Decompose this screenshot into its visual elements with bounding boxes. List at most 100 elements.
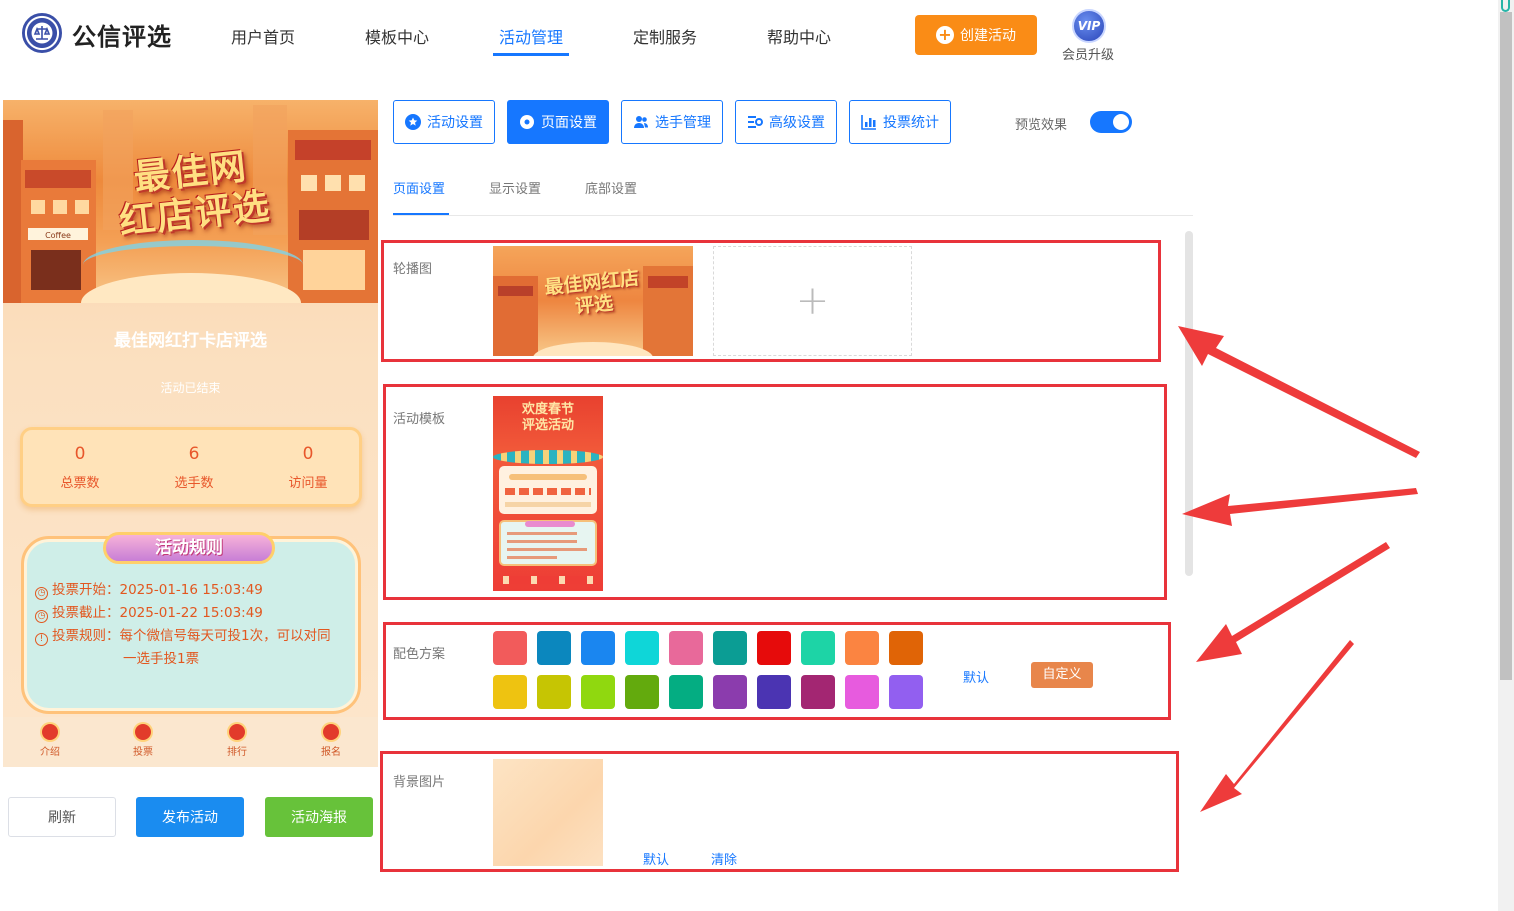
color-scheme-label: 配色方案 [393,647,446,662]
subtab-divider [393,215,1193,216]
color-swatch[interactable] [801,675,835,709]
color-swatch[interactable] [845,675,879,709]
top-header: 公信评选 用户首页 模板中心 活动管理 定制服务 帮助中心 + 创建活动 VIP… [0,0,1498,72]
stat-total-votes: 0 总票数 [60,444,100,491]
color-default-link[interactable]: 默认 [963,667,989,686]
banner-shop-sign: Coffee [45,231,71,240]
stat-contestants: 6 选手数 [174,444,214,491]
signup-icon [323,724,339,740]
page-scrollbar[interactable] [1498,0,1514,911]
preview-toggle[interactable] [1090,111,1132,133]
background-image-label: 背景图片 [393,775,446,790]
color-swatch[interactable] [581,675,615,709]
tab-vote[interactable]: 投票 [113,724,173,758]
tab-page-settings[interactable]: 页面设置 [507,100,609,144]
sliders-icon [748,116,763,128]
rule-vote-rule: ! 投票规则：每个微信号每天可投1次，可以对同 [35,625,331,648]
refresh-button[interactable]: 刷新 [8,797,116,837]
scrollbar-cap [1501,0,1510,12]
carousel-label: 轮播图 [393,262,433,277]
color-swatch[interactable] [625,631,659,665]
scrollbar-thumb[interactable] [1500,12,1512,680]
arrow-to-template [1182,488,1418,526]
template-thumbnail-title: 欢度春节 评选活动 [521,402,574,433]
annotation-arrows [1178,326,1420,812]
color-swatch[interactable] [801,631,835,665]
color-swatch[interactable] [757,675,791,709]
subtab-footer-settings[interactable]: 底部设置 [585,178,637,197]
preview-tabbar: 介绍 投票 排行 报名 [3,717,378,767]
tab-activity-settings[interactable]: 活动设置 [393,100,495,144]
color-swatch[interactable] [493,631,527,665]
rule-vote-end: ◷ 投票截止：2025-01-22 15:03:49 [35,602,263,625]
tab-signup[interactable]: 报名 [301,724,361,758]
info-icon: ! [35,633,48,646]
nav-custom-service[interactable]: 定制服务 [633,24,697,48]
background-image-thumbnail[interactable] [493,759,603,866]
mobile-preview: Coffee 最佳网 红店评选 最佳网红打卡店评选 活动已结束 0 总票数 6 选手… [3,100,378,767]
carousel-upload-button[interactable]: + [713,246,912,356]
create-activity-button[interactable]: + 创建活动 [915,15,1037,55]
color-swatch[interactable] [669,631,703,665]
color-swatch[interactable] [757,631,791,665]
logo-icon[interactable] [22,13,62,53]
color-custom-button[interactable]: 自定义 [1031,662,1093,688]
arrow-to-colors [1196,542,1390,662]
poster-button[interactable]: 活动海报 [265,797,373,837]
arrow-to-background [1200,640,1354,812]
carousel-image[interactable]: 最佳网红店评选 [493,246,693,356]
vip-icon[interactable]: VIP [1072,9,1106,43]
star-icon [405,114,421,130]
ranking-icon [229,724,245,740]
color-swatch[interactable] [889,631,923,665]
template-card-2 [499,520,597,566]
tab-advanced-settings[interactable]: 高级设置 [735,100,837,144]
template-thumbnail[interactable]: 欢度春节 评选活动 [493,396,603,591]
tab-ranking[interactable]: 排行 [207,724,267,758]
logo-text[interactable]: 公信评选 [72,17,172,52]
template-wave [493,450,603,464]
background-clear-link[interactable]: 清除 [711,849,737,868]
activity-title: 最佳网红打卡店评选 [114,331,267,351]
rule-vote-rule-cont: 一选手投1票 [123,651,200,667]
tab-vote-statistics[interactable]: 投票统计 [849,100,951,144]
subtab-page-settings[interactable]: 页面设置 [393,178,445,197]
activity-status: 活动已结束 [160,381,221,395]
users-icon [634,116,648,128]
vip-upgrade-link[interactable]: 会员升级 [1062,44,1114,63]
color-swatch[interactable] [581,631,615,665]
color-swatch[interactable] [537,631,571,665]
color-swatch[interactable] [889,675,923,709]
color-swatch[interactable] [713,675,747,709]
nav-user-home[interactable]: 用户首页 [231,24,295,48]
preview-toggle-label: 预览效果 [1015,118,1068,133]
color-swatch[interactable] [845,631,879,665]
tab-intro[interactable]: 介绍 [20,724,80,758]
publish-button[interactable]: 发布活动 [136,797,244,837]
rule-vote-start: ◷ 投票开始：2025-01-16 15:03:49 [35,579,263,602]
template-card-1 [499,466,597,514]
nav-template-center[interactable]: 模板中心 [365,24,429,48]
intro-icon [42,724,58,740]
nav-help-center[interactable]: 帮助中心 [767,24,831,48]
background-default-link[interactable]: 默认 [643,849,669,868]
subtab-display-settings[interactable]: 显示设置 [489,178,541,197]
color-swatch[interactable] [713,631,747,665]
vote-icon [135,724,151,740]
template-tabbar [503,576,593,584]
color-swatch[interactable] [669,675,703,709]
color-swatch[interactable] [537,675,571,709]
create-activity-label: 创建活动 [960,28,1016,44]
nav-active-indicator [493,53,569,56]
subtab-active-indicator [393,213,449,215]
stats-card: 0 总票数 6 选手数 0 访问量 [20,427,362,507]
arrow-to-carousel [1178,326,1420,458]
plus-circle-icon: + [936,26,954,44]
color-swatch[interactable] [625,675,659,709]
nav-activity-management[interactable]: 活动管理 [499,24,563,48]
template-label: 活动模板 [393,412,446,427]
stat-visits: 0 访问量 [288,444,328,491]
color-swatch[interactable] [493,675,527,709]
bar-chart-icon [861,115,876,130]
tab-contestant-management[interactable]: 选手管理 [621,100,723,144]
